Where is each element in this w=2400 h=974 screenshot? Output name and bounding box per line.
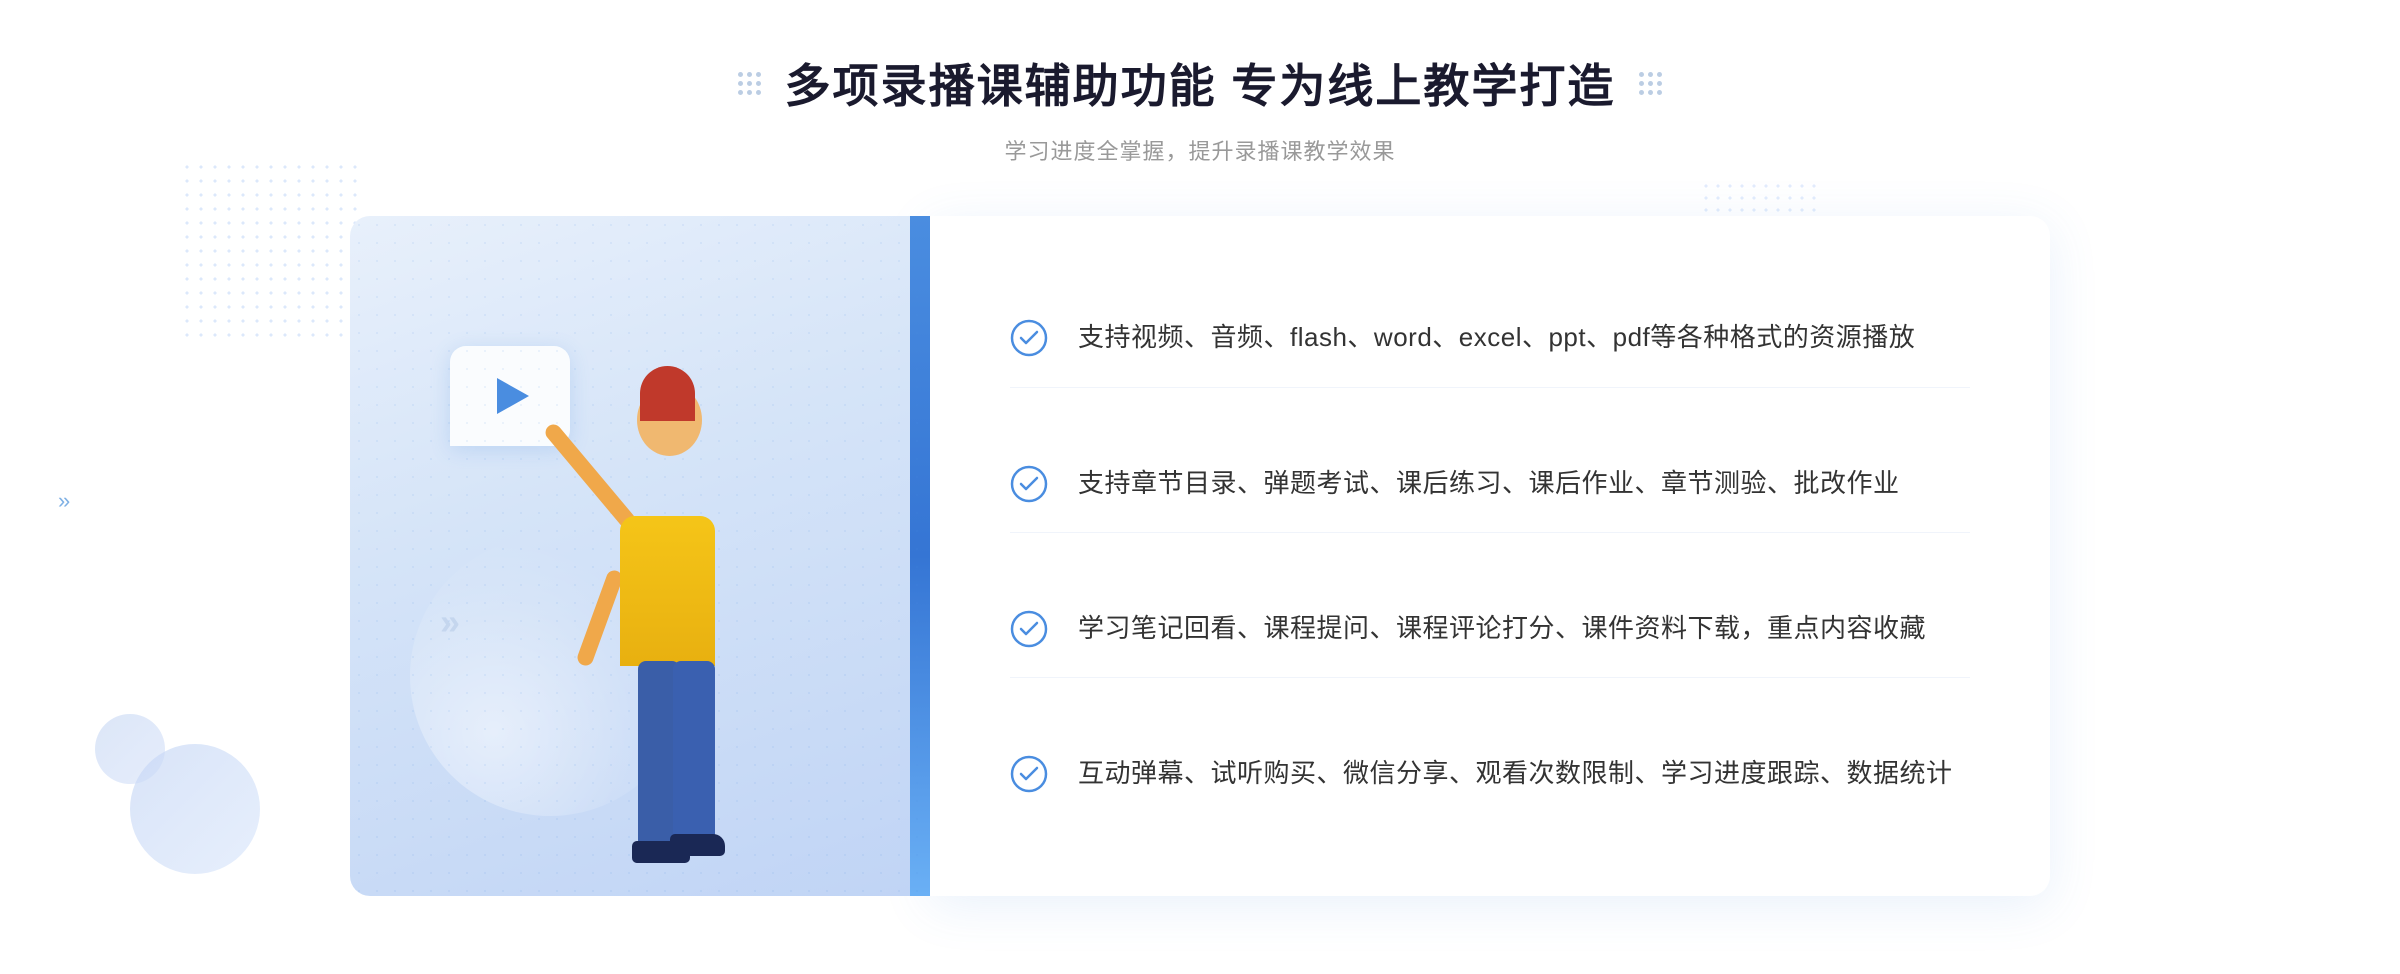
- feature-item-3: 学习笔记回看、课程提问、课程评论打分、课件资料下载，重点内容收藏: [1010, 580, 1970, 679]
- person-pants-right: [673, 661, 715, 841]
- chevron-icon: »: [58, 490, 70, 512]
- title-section: 多项录播课辅助功能 专为线上教学打造: [738, 50, 1663, 116]
- feature-text-4: 互动弹幕、试听购买、微信分享、观看次数限制、学习进度跟踪、数据统计: [1078, 753, 1953, 795]
- page-subtitle: 学习进度全掌握，提升录播课教学效果: [1004, 134, 1395, 166]
- check-icon-4: [1010, 755, 1048, 793]
- dots-decorator-left: [738, 72, 761, 95]
- bg-dots-left: [180, 160, 360, 340]
- person-torso: [620, 516, 715, 666]
- dots-decorator-right: [1639, 72, 1662, 95]
- main-content: » 支持视频、音频、flash、word、excel、ppt、pdf等各种格式的…: [350, 216, 2050, 896]
- check-icon-1: [1010, 319, 1048, 357]
- page-container: » 多项录播课辅助功能 专为线上教学打造: [0, 0, 2400, 974]
- check-icon-2: [1010, 465, 1048, 503]
- person-hair: [640, 366, 695, 421]
- feature-item-4: 互动弹幕、试听购买、微信分享、观看次数限制、学习进度跟踪、数据统计: [1010, 725, 1970, 823]
- page-title: 多项录播课辅助功能 专为线上教学打造: [785, 50, 1616, 116]
- feature-text-3: 学习笔记回看、课程提问、课程评论打分、课件资料下载，重点内容收藏: [1078, 608, 1926, 650]
- feature-item-1: 支持视频、音频、flash、word、excel、ppt、pdf等各种格式的资源…: [1010, 289, 1970, 388]
- feature-text-1: 支持视频、音频、flash、word、excel、ppt、pdf等各种格式的资源…: [1078, 317, 1915, 359]
- left-arrows: »: [58, 490, 70, 512]
- person-shoe-right: [670, 834, 725, 856]
- illustration-card: »: [350, 216, 930, 896]
- deco-circle-small: [95, 714, 165, 784]
- check-icon-3: [1010, 610, 1048, 648]
- features-panel: 支持视频、音频、flash、word、excel、ppt、pdf等各种格式的资源…: [930, 216, 2050, 896]
- feature-item-2: 支持章节目录、弹题考试、课后练习、课后作业、章节测验、批改作业: [1010, 435, 1970, 534]
- feature-text-2: 支持章节目录、弹题考试、课后练习、课后作业、章节测验、批改作业: [1078, 463, 1900, 505]
